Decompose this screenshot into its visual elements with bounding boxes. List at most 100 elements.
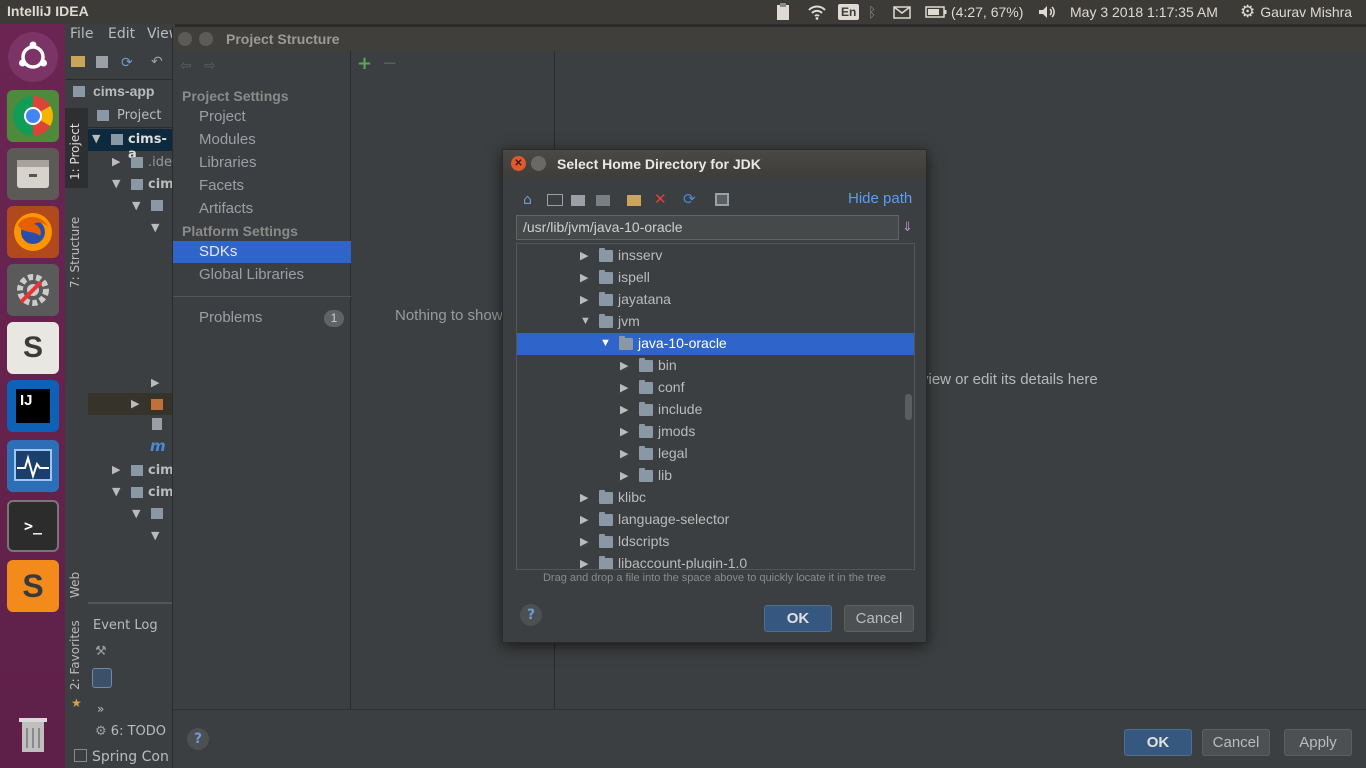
project-view-label[interactable]: Project [117,108,161,123]
tree-row[interactable]: ▶ [88,393,172,415]
path-history-icon[interactable]: ⇓ [902,220,913,235]
chrome-icon[interactable] [7,90,59,142]
tree-row[interactable]: ▶ bin [517,355,914,377]
tree-collapse-icon[interactable]: ▶ [580,557,588,569]
tree-row[interactable]: ▶ include [517,399,914,421]
tree-collapse-icon[interactable]: ▶ [580,271,588,284]
home-icon[interactable]: ⌂ [523,192,539,208]
wrench-icon[interactable]: ⚒ [95,644,107,659]
tree-row[interactable]: ▶ legal [517,443,914,465]
tree-row[interactable]: ▶ klibc [517,487,914,509]
tree-collapse-icon[interactable]: ▶ [620,403,628,416]
firefox-icon[interactable] [7,206,59,258]
tree-row[interactable]: ▶ lib [517,465,914,487]
project-breadcrumb[interactable]: cims-app [93,83,154,99]
apply-button[interactable]: Apply [1284,729,1352,756]
show-hidden-icon[interactable] [715,193,729,206]
clipboard-icon[interactable] [775,0,795,24]
cancel-button[interactable]: Cancel [1202,729,1270,756]
user-menu[interactable]: ⚙ Gaurav Mishra [1240,0,1366,24]
menu-edit[interactable]: Edit [108,26,135,42]
nav-artifacts[interactable]: Artifacts [173,198,351,220]
close-window-icon[interactable] [178,32,192,46]
jdk-cancel-button[interactable]: Cancel [844,605,914,632]
tree-collapse-icon[interactable]: ▶ [151,376,159,389]
ubuntu-dash-icon[interactable] [8,32,58,82]
keyboard-layout[interactable]: En [838,0,860,24]
hide-path-link[interactable]: Hide path [848,190,912,207]
add-sdk-icon[interactable]: + [357,53,372,74]
system-monitor-icon[interactable] [7,440,59,492]
nav-modules[interactable]: Modules [173,129,351,151]
menu-file[interactable]: File [70,26,93,42]
clock[interactable]: May 3 2018 1:17:35 AM [1070,0,1235,24]
jdk-help-icon[interactable]: ? [520,604,542,626]
tool-window-web[interactable]: Web [68,572,82,598]
forward-arrow-icon[interactable]: ⇨ [204,58,216,74]
tree-row[interactable]: ▶ insserv [517,245,914,267]
tree-row-selected[interactable]: ▼ java-10-oracle [517,333,914,355]
tool-window-structure[interactable]: 7: Structure [68,217,82,288]
tree-collapse-icon[interactable]: ▶ [620,359,628,372]
project-dir-icon[interactable] [571,195,585,206]
spring-tab[interactable]: Spring Con [74,749,169,765]
tree-collapse-icon[interactable]: ▶ [620,447,628,460]
tree-collapse-icon[interactable]: ▶ [620,469,628,482]
battery-indicator[interactable]: (4:27, 67%) [925,0,1035,24]
tree-collapse-icon[interactable]: ▶ [580,513,588,526]
tree-expand-icon[interactable]: ▼ [132,199,140,212]
tree-expand-icon[interactable]: ▼ [151,529,159,542]
tree-expand-icon[interactable]: ▼ [580,315,591,327]
tree-collapse-icon[interactable]: ▶ [580,535,588,548]
ok-button[interactable]: OK [1124,729,1192,756]
tree-row[interactable]: ▼ cim [88,174,174,196]
message-icon[interactable] [92,668,112,688]
nav-problems[interactable]: Problems 1 [173,307,351,329]
bluetooth-icon[interactable]: ᛒ [868,0,882,24]
module-dir-icon[interactable] [596,195,610,206]
help-icon[interactable]: ? [187,728,209,750]
tree-collapse-icon[interactable]: ▶ [580,249,588,262]
nav-project[interactable]: Project [173,106,351,128]
undo-icon[interactable]: ↶ [151,54,163,70]
tree-row[interactable]: ▼ cim [88,482,174,504]
tree-row[interactable]: ▶ cim [88,460,174,482]
tree-expand-icon[interactable]: ▼ [151,221,159,234]
tree-row[interactable]: ▶ language-selector [517,509,914,531]
intellij-icon[interactable]: IJ [7,380,59,432]
mail-icon[interactable] [893,0,913,24]
tree-root-row[interactable]: ▼ cims-a [88,129,172,162]
volume-icon[interactable] [1038,0,1058,24]
path-input[interactable]: /usr/lib/jvm/java-10-oracle [516,215,899,240]
nav-global-libraries[interactable]: Global Libraries [173,264,351,286]
save-icon[interactable] [96,56,108,68]
wifi-icon[interactable] [807,0,829,24]
files-icon[interactable] [7,148,59,200]
desktop-icon[interactable] [547,194,563,206]
tree-scrollbar-thumb[interactable] [905,394,912,420]
open-folder-icon[interactable] [71,56,85,67]
tree-collapse-icon[interactable]: ▶ [580,293,588,306]
tool-window-favorites[interactable]: 2: Favorites [68,620,82,690]
event-log-label[interactable]: Event Log [93,618,158,633]
tool-window-project[interactable]: 1: Project [65,108,88,188]
tree-expand-icon[interactable]: ▼ [132,507,140,520]
tree-collapse-icon[interactable]: ▶ [580,491,588,504]
minimize-dialog-icon[interactable] [531,156,546,171]
remove-sdk-icon[interactable]: − [382,53,397,74]
terminal-icon[interactable]: >_ [7,500,59,552]
expand-more-icon[interactable]: » [97,702,104,716]
delete-icon[interactable]: ✕ [654,190,670,208]
close-dialog-icon[interactable]: ✕ [511,156,526,171]
tree-expand-icon[interactable]: ▼ [600,337,611,349]
todo-tab[interactable]: ⚙ 6: TODO [95,724,166,739]
nav-sdks[interactable]: SDKs [173,241,351,263]
tree-collapse-icon[interactable]: ▶ [620,381,628,394]
sublime-text-icon[interactable]: S [7,560,59,612]
tree-row[interactable]: ▶ libaccount-plugin-1.0 [517,553,914,569]
minimize-window-icon[interactable] [199,32,213,46]
tree-row[interactable]: ▶ ldscripts [517,531,914,553]
tree-collapse-icon[interactable]: ▶ [620,425,628,438]
new-folder-icon[interactable] [627,195,641,206]
jdk-ok-button[interactable]: OK [764,605,832,632]
